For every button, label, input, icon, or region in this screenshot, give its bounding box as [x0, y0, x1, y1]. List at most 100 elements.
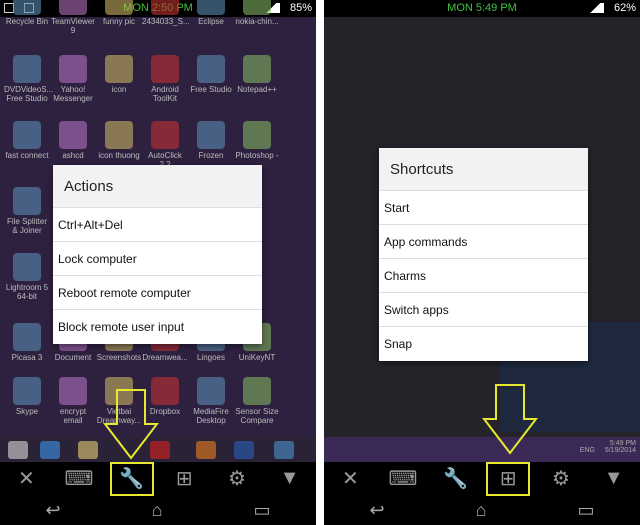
windows-icon[interactable]: ⊞	[486, 461, 531, 496]
desktop-icon[interactable]: DVDVideoS... Free Studio	[4, 55, 54, 103]
menu-item-block-input[interactable]: Block remote user input	[53, 310, 262, 344]
home-icon[interactable]: ⌂	[476, 500, 487, 521]
desktop-icon-image	[243, 121, 271, 149]
dialog-title: Actions	[53, 165, 262, 208]
android-nav-bar: ↩ ⌂ ▭	[0, 495, 316, 525]
menu-item-charms[interactable]: Charms	[379, 259, 588, 293]
desktop-icon[interactable]: fast connect	[4, 121, 50, 160]
desktop-icon-image	[59, 377, 87, 405]
firefox-icon[interactable]	[196, 441, 216, 459]
home-icon[interactable]: ⌂	[152, 500, 163, 521]
desktop-icon-label: Sensor Size Compare	[235, 407, 279, 425]
desktop-icon[interactable]: Photoshop - ...	[234, 121, 280, 169]
desktop-icon-label: Picasa 3	[11, 353, 43, 362]
start-icon[interactable]	[8, 441, 28, 459]
android-nav-bar: ↩ ⌂ ▭	[324, 495, 640, 525]
desktop-icon[interactable]: Recycle Bin	[4, 0, 50, 26]
desktop-icon-label: File Splitter & Joiner	[6, 217, 47, 235]
desktop-icon-label: nokia-chin...	[235, 17, 279, 26]
menu-item-ctrl-alt-del[interactable]: Ctrl+Alt+Del	[53, 208, 262, 242]
menu-item-switch-apps[interactable]: Switch apps	[379, 293, 588, 327]
explorer-icon[interactable]	[78, 441, 98, 459]
desktop-icon-image	[105, 55, 133, 83]
menu-item-snap[interactable]: Snap	[379, 327, 588, 361]
desktop-icon-image	[151, 55, 179, 83]
dropdown-icon[interactable]: ▼	[270, 464, 310, 494]
recents-icon[interactable]: ▭	[253, 500, 270, 521]
desktop-icon-image	[59, 0, 87, 15]
desktop-icon[interactable]: Skype	[4, 377, 50, 416]
desktop-icon-label: MediaFire Desktop	[193, 407, 229, 425]
wrench-icon[interactable]: 🔧	[109, 461, 154, 496]
session-toolbar: ✕ ⌨ 🔧 ⊞ ⚙ ▼	[324, 461, 640, 496]
word-icon[interactable]	[234, 441, 254, 459]
desktop-icon-label: funny pic	[102, 17, 136, 26]
desktop-icon[interactable]: Notepad++	[234, 55, 280, 94]
desktop-icon-label: TeamViewer 9	[51, 17, 95, 35]
desktop-icon[interactable]: Frozen	[188, 121, 234, 160]
close-icon[interactable]: ✕	[330, 464, 370, 494]
desktop-icon-image	[151, 0, 179, 15]
ie-icon[interactable]	[40, 441, 60, 459]
desktop-icon-label: Free Studio	[190, 85, 232, 94]
desktop-icon[interactable]: TeamViewer 9	[50, 0, 96, 35]
desktop-icon-label: Frozen	[198, 151, 224, 160]
desktop-icon[interactable]: Sensor Size Compare	[234, 377, 280, 425]
desktop-icon[interactable]: Picasa 3	[4, 323, 50, 362]
gear-icon[interactable]: ⚙	[217, 464, 257, 494]
desktop-icon[interactable]: funny pic	[96, 0, 142, 26]
desktop-icon-image	[13, 253, 41, 281]
desktop-icon[interactable]: Yahoo! Messenger	[50, 55, 96, 103]
app-icon[interactable]	[274, 441, 294, 459]
menu-item-start[interactable]: Start	[379, 191, 588, 225]
desktop-icon[interactable]: MediaFire Desktop	[188, 377, 234, 425]
desktop-icon-label: Eclipse	[198, 17, 224, 26]
desktop-icon-image	[197, 0, 225, 15]
menu-item-reboot[interactable]: Reboot remote computer	[53, 276, 262, 310]
desktop-icon-image	[243, 55, 271, 83]
desktop-icon-label: 2434033_S...	[142, 17, 190, 26]
desktop-icon[interactable]: encrypt email	[50, 377, 96, 425]
desktop-icon-image	[13, 187, 41, 215]
menu-item-lock-computer[interactable]: Lock computer	[53, 242, 262, 276]
desktop-icon-image	[13, 377, 41, 405]
desktop-icon-label: Skype	[15, 407, 39, 416]
tray-lang: ENG	[579, 447, 595, 454]
desktop-icon[interactable]: Android ToolKit	[142, 55, 188, 103]
desktop-icon[interactable]: ashcd	[50, 121, 96, 160]
dropdown-icon[interactable]: ▼	[594, 464, 634, 494]
desktop-icon-image	[59, 121, 87, 149]
signal-icon	[586, 3, 604, 13]
menu-item-app-commands[interactable]: App commands	[379, 225, 588, 259]
desktop-icon-label: Notepad++	[237, 85, 277, 94]
desktop-icon-image	[13, 0, 41, 15]
desktop-icon[interactable]: 2434033_S...	[142, 0, 190, 26]
back-icon[interactable]: ↩	[370, 500, 385, 521]
desktop-icon-image	[13, 121, 41, 149]
close-icon[interactable]: ✕	[6, 464, 46, 494]
desktop-icon[interactable]: Lightroom 5 64-bit	[4, 253, 50, 301]
desktop-icon-image	[13, 55, 41, 83]
gear-icon[interactable]: ⚙	[541, 464, 581, 494]
keyboard-icon[interactable]: ⌨	[59, 464, 99, 494]
desktop-icon-image	[243, 377, 271, 405]
desktop-icon[interactable]: icon thuong	[96, 121, 142, 160]
keyboard-icon[interactable]: ⌨	[383, 464, 423, 494]
desktop-icon[interactable]: nokia-chin...	[234, 0, 280, 26]
desktop-icon[interactable]: AutoClick 2.2	[142, 121, 188, 169]
desktop-icon-label: DVDVideoS... Free Studio	[4, 85, 54, 103]
highlight-arrow	[103, 389, 159, 460]
windows-icon[interactable]: ⊞	[164, 464, 204, 494]
battery-level: 62%	[613, 2, 636, 14]
wrench-icon[interactable]: 🔧	[436, 464, 476, 494]
recents-icon[interactable]: ▭	[577, 500, 594, 521]
desktop-icon-label: Dreamwea...	[142, 353, 188, 362]
desktop-icon[interactable]: Free Studio	[188, 55, 234, 94]
desktop-icon-label: fast connect	[5, 151, 49, 160]
desktop-icon[interactable]: icon	[96, 55, 142, 94]
desktop-icon[interactable]: Eclipse	[188, 0, 234, 26]
back-icon[interactable]: ↩	[46, 500, 61, 521]
desktop-icon-label: Document	[54, 353, 92, 362]
desktop-icon[interactable]: File Splitter & Joiner	[4, 187, 50, 235]
desktop-icon-image	[197, 55, 225, 83]
